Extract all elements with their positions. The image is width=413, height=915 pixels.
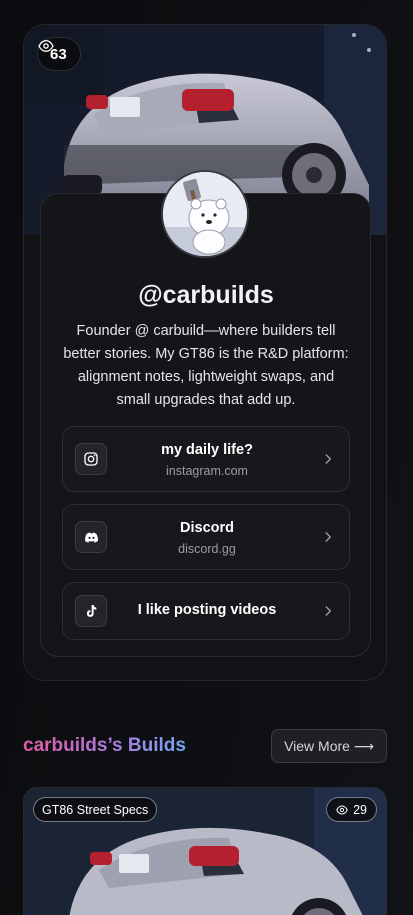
profile-view-counter: 63 xyxy=(37,37,81,71)
link-title: Discord xyxy=(180,520,234,536)
view-more-button[interactable]: View More ⟶ xyxy=(271,729,387,763)
chevron-right-icon xyxy=(325,454,332,464)
link-subtitle: discord.gg xyxy=(178,542,236,556)
profile-bio: Founder @ carbuild—where builders tell b… xyxy=(63,323,349,408)
eye-icon xyxy=(336,804,348,815)
link-title: I like posting videos xyxy=(137,602,277,618)
link-discord[interactable]: Discord discord.gg xyxy=(62,504,350,570)
builds-section-title: carbuilds’s Builds xyxy=(23,735,186,756)
chevron-right-icon xyxy=(325,532,332,542)
link-subtitle: instagram.com xyxy=(166,464,248,478)
build-view-counter: 29 xyxy=(326,797,377,822)
profile-handle: @carbuilds xyxy=(138,281,274,309)
link-tiktok[interactable]: I like posting videos xyxy=(62,582,350,640)
link-title: my daily life? xyxy=(161,442,253,458)
eye-icon xyxy=(38,39,54,53)
chevron-right-icon xyxy=(325,606,332,616)
build-view-count: 29 xyxy=(353,802,367,817)
build-card[interactable]: GT86 Street Specs 29 xyxy=(23,787,387,915)
avatar[interactable] xyxy=(161,170,249,258)
profile-card: 63 @carbuilds Founder @ carbuild—where b… xyxy=(23,24,387,681)
build-name-tag: GT86 Street Specs xyxy=(33,797,158,822)
link-instagram[interactable]: my daily life? instagram.com xyxy=(62,426,350,492)
